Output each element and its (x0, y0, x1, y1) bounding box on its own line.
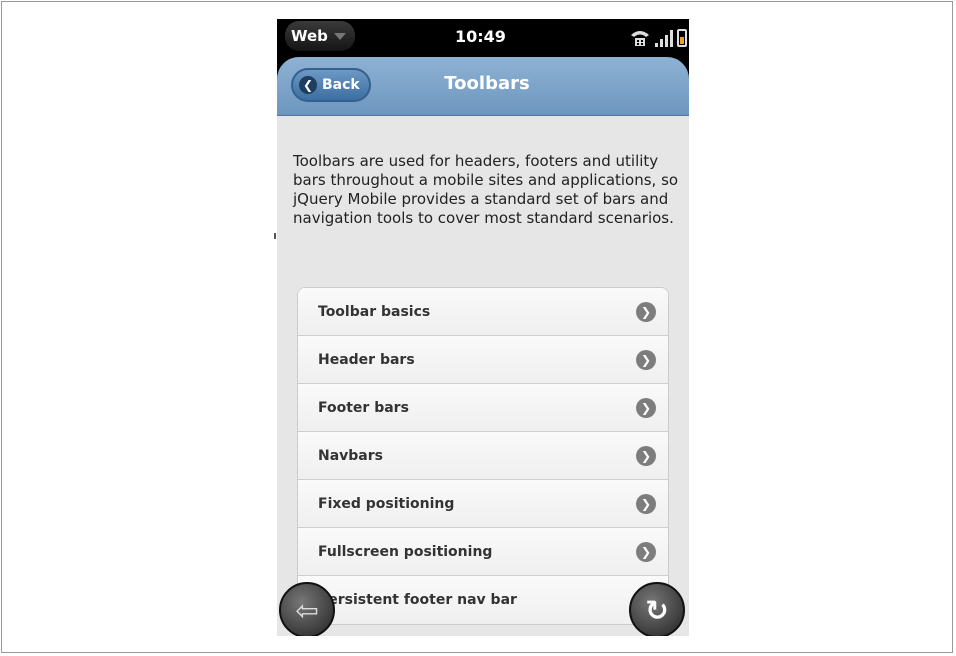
reload-icon[interactable]: ↻ (629, 582, 685, 636)
phone-signal-icon (629, 27, 651, 47)
list-item-label: Footer bars (318, 399, 409, 416)
app-menu[interactable]: Web (285, 21, 355, 51)
signal-bars-icon (655, 29, 673, 47)
list-item-label: Persistent footer nav bar (318, 592, 517, 608)
caret-down-icon (333, 32, 346, 40)
battery-charging-icon (677, 29, 687, 47)
chevron-right-circle-icon: ❯ (636, 302, 656, 322)
list-item-label: Fixed positioning (318, 495, 455, 512)
status-icons (629, 25, 687, 47)
chevron-right-circle-icon: ❯ (636, 542, 656, 562)
intro-text: Toolbars are used for headers, footers a… (293, 152, 679, 227)
list-item-navbars[interactable]: Navbars ❯ (298, 432, 668, 480)
phone-screen: Web 10:49 ❮ Back Toolbars Toolbars are u… (277, 19, 689, 636)
list-item-label: Toolbar basics (318, 303, 431, 320)
edge-marker (274, 233, 276, 239)
content-area[interactable]: Toolbars are used for headers, footers a… (277, 116, 689, 636)
page-title: Toolbars (444, 73, 530, 94)
toolbar-links-list: Toolbar basics ❯ Header bars ❯ Footer ba… (297, 287, 669, 625)
status-bar: Web 10:49 (277, 19, 689, 57)
list-item-label: Navbars (318, 447, 383, 464)
list-item-toolbar-basics[interactable]: Toolbar basics ❯ (298, 288, 668, 336)
list-item-header-bars[interactable]: Header bars ❯ (298, 336, 668, 384)
app-menu-label: Web (291, 27, 328, 45)
list-item-label: Header bars (318, 351, 415, 368)
back-arrow-icon[interactable]: ⇦ (279, 582, 335, 636)
chevron-right-circle-icon: ❯ (636, 446, 656, 466)
chevron-right-circle-icon: ❯ (636, 350, 656, 370)
list-item-label: Fullscreen positioning (318, 543, 493, 560)
clock: 10:49 (455, 27, 506, 46)
chevron-right-circle-icon: ❯ (636, 398, 656, 418)
list-item-footer-bars[interactable]: Footer bars ❯ (298, 384, 668, 432)
list-item-fixed-positioning[interactable]: Fixed positioning ❯ (298, 480, 668, 528)
list-item-fullscreen-positioning[interactable]: Fullscreen positioning ❯ (298, 528, 668, 576)
chevron-right-circle-icon: ❯ (636, 494, 656, 514)
page-header: ❮ Back Toolbars (277, 57, 689, 116)
list-item-persistent-footer-nav-bar[interactable]: Persistent footer nav bar (298, 576, 668, 624)
